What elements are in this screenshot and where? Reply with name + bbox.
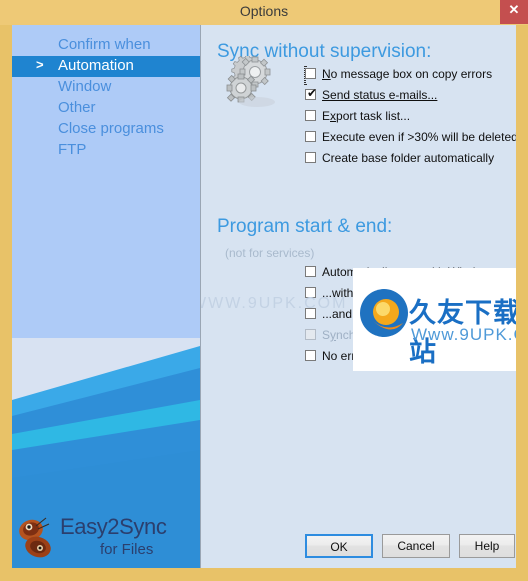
watermark-url-text: Www.9UPK.Com: [411, 325, 516, 344]
sidebar-item-label: Window: [58, 78, 112, 95]
ghost-watermark-text: WWW.9UPK.COM: [201, 295, 348, 312]
close-icon: ✕: [508, 2, 520, 17]
dialog-client-area: Confirm when > Automation Window Other Close …: [12, 25, 516, 568]
chevron-right-icon: >: [36, 57, 44, 72]
help-button[interactable]: Help: [459, 534, 515, 558]
sidebar-nav: Confirm when > Automation Window Other Close …: [12, 25, 200, 568]
section-heading-program: Program start & end:: [217, 216, 393, 237]
checkbox-unchecked-icon[interactable]: [305, 152, 316, 163]
options-dialog-window: Options ✕ Confirm when > Automation Window O…: [0, 0, 528, 581]
sidebar-item-label: Confirm when: [58, 36, 151, 53]
site-watermark-overlay: 久友下载站 Www.9UPK.Com: [353, 268, 516, 371]
sidebar-item-ftp[interactable]: FTP: [12, 140, 200, 161]
checkbox-unchecked-icon[interactable]: [305, 68, 316, 79]
sidebar-item-label: Close programs: [58, 120, 164, 137]
sidebar-item-window[interactable]: Window: [12, 77, 200, 98]
checkbox-label: Execute even if >30% will be deleted: [322, 130, 516, 144]
close-button[interactable]: ✕: [500, 0, 528, 24]
butterfly-icon: [19, 517, 51, 558]
checkbox-unchecked-icon: [305, 329, 316, 340]
sidebar-item-confirm-when[interactable]: Confirm when: [12, 35, 200, 56]
ok-button[interactable]: OK: [305, 534, 373, 558]
gears-icon: [226, 56, 275, 107]
sidebar-item-label: Automation: [58, 57, 134, 74]
checkbox-unchecked-icon[interactable]: [305, 350, 316, 361]
checkbox-label: Export task list...: [322, 109, 411, 123]
window-title: Options: [239, 3, 289, 19]
sidebar-item-label: FTP: [58, 141, 87, 158]
brand-name: Easy2Sync: [60, 514, 167, 539]
services-note: (not for services): [225, 246, 315, 260]
checkbox-label: No message box on copy errors: [322, 67, 493, 81]
checkbox-label: Create base folder automatically: [322, 151, 495, 165]
main-settings-panel: Sync without supervision: No message box…: [201, 25, 516, 568]
checkbox-unchecked-icon[interactable]: [305, 266, 316, 277]
checkbox-unchecked-icon[interactable]: [305, 131, 316, 142]
checkbox-unchecked-icon[interactable]: [305, 110, 316, 121]
checkbox-checked-icon[interactable]: ✔: [305, 86, 318, 100]
sidebar-item-automation[interactable]: > Automation: [12, 56, 200, 77]
sidebar-item-close-programs[interactable]: Close programs: [12, 119, 200, 140]
sidebar-item-other[interactable]: Other: [12, 98, 200, 119]
sidebar-item-label: Other: [58, 99, 96, 116]
check-mark-icon: ✔: [307, 86, 318, 100]
checkbox-label: Send status e-mails...: [322, 88, 438, 102]
brand-subtitle: for Files: [100, 541, 154, 558]
title-bar: Options ✕: [0, 0, 528, 25]
moon-swirl-logo-icon: [360, 289, 408, 337]
cancel-button[interactable]: Cancel: [382, 534, 450, 558]
sidebar-branding-artwork: Easy2Sync for Files: [12, 338, 200, 568]
